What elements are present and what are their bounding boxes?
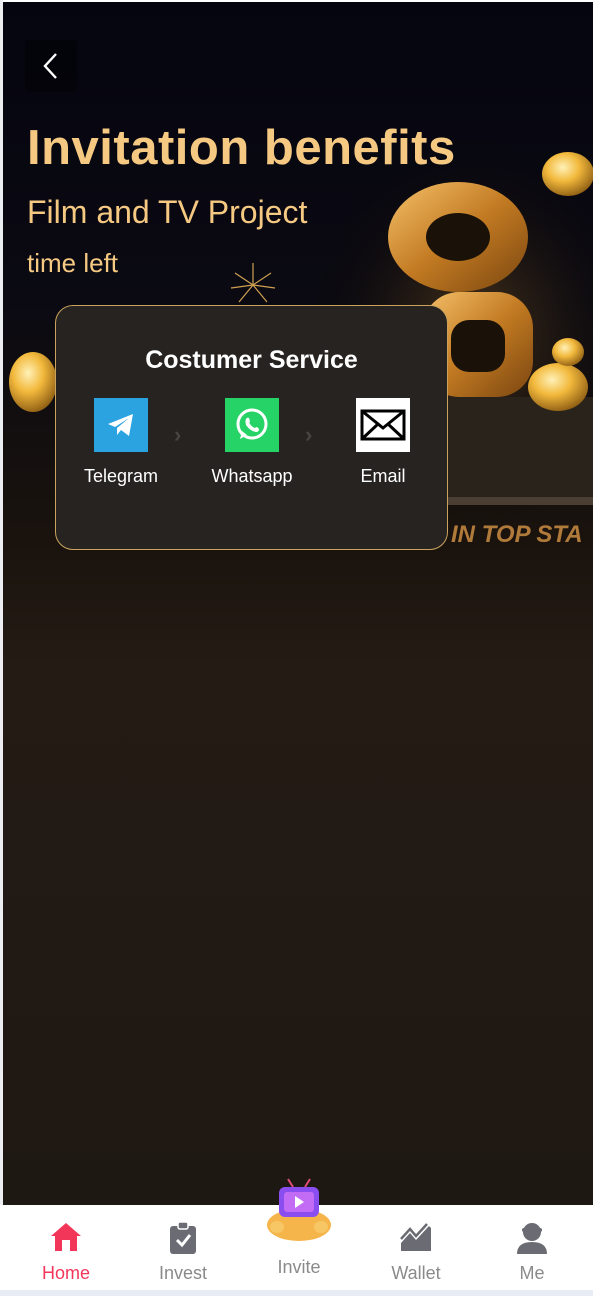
chevron-right-icon: › xyxy=(305,422,313,447)
tab-home-label: Home xyxy=(41,1263,90,1283)
tab-me[interactable]: Me xyxy=(473,1205,591,1290)
chevron-right-icon: › xyxy=(174,422,182,447)
home-icon xyxy=(51,1223,81,1251)
telegram-label: Telegram xyxy=(83,466,159,486)
time-left-label: time left xyxy=(27,248,119,278)
bottom-edge xyxy=(0,1290,593,1296)
tab-me-label: Me xyxy=(519,1263,545,1283)
banner-text: IN TOP STA xyxy=(451,521,583,548)
chart-icon xyxy=(400,1223,431,1251)
whatsapp-icon xyxy=(225,398,279,452)
dialog-title: Costumer Service xyxy=(145,346,358,374)
page-title: Invitation benefits xyxy=(27,121,456,175)
page-subtitle: Film and TV Project xyxy=(27,194,308,230)
hero-banner: IN TOP STA Invitation benefits Film and … xyxy=(3,2,593,1207)
tab-invest-label: Invest xyxy=(158,1263,208,1283)
tab-invite-label: Invite xyxy=(277,1257,321,1277)
email-label: Email xyxy=(360,466,406,486)
back-button[interactable] xyxy=(25,40,77,92)
customer-service-dialog: Costumer Service Telegram › Whatsapp › E… xyxy=(55,305,448,550)
app-frame: IN TOP STA Invitation benefits Film and … xyxy=(3,2,593,1292)
telegram-icon xyxy=(94,398,148,452)
firework-decoration xyxy=(230,263,276,303)
tab-invite[interactable]: Invite xyxy=(240,1178,358,1290)
invite-tv-icon xyxy=(267,1178,331,1241)
coin-decoration xyxy=(542,152,593,196)
tab-home[interactable]: Home xyxy=(7,1205,125,1290)
tab-invest[interactable]: Invest xyxy=(124,1205,242,1290)
tab-wallet-label: Wallet xyxy=(391,1263,441,1283)
whatsapp-label: Whatsapp xyxy=(211,466,293,486)
email-option[interactable]: Email xyxy=(333,398,433,487)
email-icon xyxy=(356,398,410,452)
bottom-tab-bar: Home Invest Invite Wallet Me xyxy=(0,1178,593,1290)
user-icon xyxy=(517,1223,547,1254)
tab-wallet[interactable]: Wallet xyxy=(357,1205,475,1290)
clipboard-check-icon xyxy=(170,1221,196,1254)
chevron-left-icon xyxy=(43,53,57,79)
whatsapp-option[interactable]: Whatsapp xyxy=(202,398,302,487)
telegram-option[interactable]: Telegram xyxy=(71,398,171,487)
